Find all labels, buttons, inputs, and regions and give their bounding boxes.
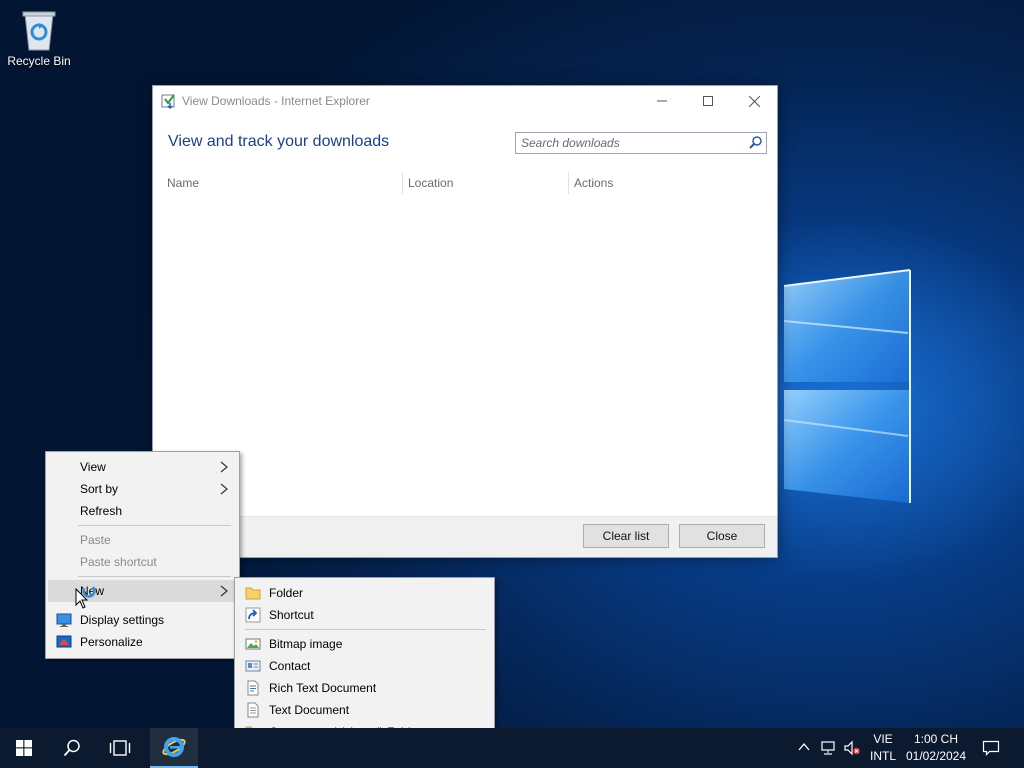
language-code: VIE	[873, 732, 893, 746]
menu-item-display-settings[interactable]: Display settings	[48, 609, 237, 631]
menu-item-view[interactable]: View	[48, 456, 237, 478]
menu-item-label: Bitmap image	[269, 637, 343, 651]
downloads-app-icon	[161, 94, 175, 109]
taskbar-internet-explorer[interactable]	[150, 728, 198, 768]
new-item-contact[interactable]: Contact	[237, 655, 492, 677]
new-item-shortcut[interactable]: Shortcut	[237, 604, 492, 626]
menu-item-sort-by[interactable]: Sort by	[48, 478, 237, 500]
chevron-up-icon[interactable]	[798, 742, 810, 752]
taskbar: VIE INTL 1:00 CH 01/02/2024	[0, 728, 1024, 768]
search-downloads-input[interactable]: Search downloads	[515, 132, 767, 154]
view-downloads-window: View Downloads - Internet Explorer View …	[152, 85, 778, 558]
volume-muted-icon[interactable]	[843, 740, 861, 756]
network-icon[interactable]	[820, 740, 838, 756]
desktop-icon-recycle-bin[interactable]: Recycle Bin	[6, 8, 72, 68]
column-header-name[interactable]: Name	[167, 172, 199, 194]
chevron-right-icon	[220, 585, 228, 597]
keyboard-layout: INTL	[869, 749, 896, 763]
menu-item-label: Paste	[80, 533, 111, 547]
downloads-column-headers: Name Location Actions	[153, 172, 771, 194]
search-icon	[63, 739, 80, 757]
column-divider[interactable]	[402, 172, 403, 194]
menu-item-label: Display settings	[80, 613, 165, 627]
menu-item-label: Sort by	[80, 482, 119, 496]
personalize-icon	[56, 635, 72, 648]
close-icon	[748, 95, 760, 107]
menu-separator	[245, 629, 486, 630]
task-view-icon	[109, 740, 131, 756]
menu-item-paste-shortcut: Paste shortcut	[48, 551, 237, 573]
task-view-button[interactable]	[96, 728, 144, 768]
new-item-bitmap-image[interactable]: Bitmap image	[237, 633, 492, 655]
maximize-button[interactable]	[685, 86, 731, 116]
input-language-indicator[interactable]: VIE INTL	[864, 732, 902, 763]
menu-item-refresh[interactable]: Refresh	[48, 500, 237, 522]
close-button[interactable]: Close	[679, 524, 765, 548]
menu-item-label: Personalize	[80, 635, 143, 649]
recycle-bin-icon	[22, 11, 56, 51]
menu-item-label: Folder	[269, 586, 304, 600]
new-item-text-document[interactable]: Text Document	[237, 699, 492, 721]
text-document-icon	[247, 702, 259, 718]
new-item-folder[interactable]: Folder	[237, 582, 492, 604]
menu-item-personalize[interactable]: Personalize	[48, 631, 237, 653]
search-placeholder: Search downloads	[521, 136, 620, 150]
menu-item-label: Refresh	[80, 504, 123, 518]
contact-icon	[245, 660, 261, 672]
column-header-actions[interactable]: Actions	[574, 172, 613, 194]
rich-text-document-icon	[247, 680, 259, 696]
menu-item-paste: Paste	[48, 529, 237, 551]
clear-list-button[interactable]: Clear list	[583, 524, 669, 548]
search-icon[interactable]	[748, 135, 763, 150]
menu-separator	[78, 525, 231, 526]
close-window-button[interactable]	[731, 86, 777, 116]
desktop-context-menu: View Sort by Refresh Paste Paste shortcu…	[45, 451, 240, 659]
minimize-icon	[657, 100, 667, 102]
window-title: View Downloads - Internet Explorer	[182, 94, 370, 108]
internet-explorer-icon	[162, 737, 186, 757]
shortcut-icon	[245, 607, 261, 623]
desktop-icon-label: Recycle Bin	[7, 54, 71, 68]
chevron-right-icon	[220, 461, 228, 473]
clock-time: 1:00 CH	[913, 732, 959, 746]
window-footer: Clear list Close	[153, 516, 777, 557]
menu-item-label: Text Document	[269, 703, 350, 717]
title-bar[interactable]: View Downloads - Internet Explorer	[153, 86, 777, 116]
bitmap-image-icon	[245, 638, 261, 650]
menu-item-label: Contact	[269, 659, 311, 673]
column-divider[interactable]	[568, 172, 569, 194]
column-header-location[interactable]: Location	[408, 172, 453, 194]
new-submenu: Folder Shortcut Bitmap image Contact Ric…	[234, 577, 495, 748]
menu-item-label: View	[80, 460, 106, 474]
menu-item-label: Paste shortcut	[80, 555, 157, 569]
action-center-icon[interactable]	[982, 740, 1000, 756]
busy-spinner-icon	[82, 584, 96, 598]
new-item-rich-text-document[interactable]: Rich Text Document	[237, 677, 492, 699]
maximize-icon	[703, 96, 713, 106]
minimize-button[interactable]	[639, 86, 685, 116]
display-settings-icon	[56, 613, 72, 627]
page-heading: View and track your downloads	[168, 133, 390, 150]
menu-separator	[78, 576, 231, 577]
start-icon	[16, 740, 32, 756]
menu-item-label: Shortcut	[269, 608, 314, 622]
clock[interactable]: 1:00 CH 01/02/2024	[902, 732, 970, 763]
folder-icon	[245, 587, 261, 600]
taskbar-search-button[interactable]	[48, 728, 96, 768]
clock-date: 01/02/2024	[905, 749, 967, 763]
chevron-right-icon	[220, 483, 228, 495]
menu-item-label: Rich Text Document	[269, 681, 377, 695]
start-button[interactable]	[0, 728, 48, 768]
